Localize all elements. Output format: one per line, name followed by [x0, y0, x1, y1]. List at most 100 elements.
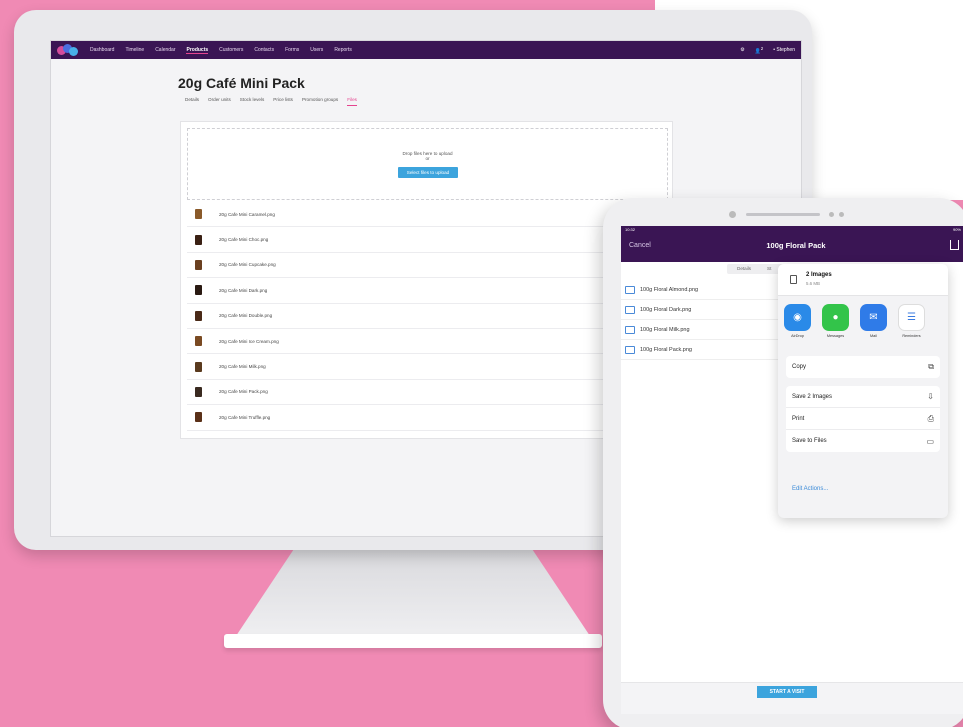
nav-right: ⚙ 👤2 • Stephen — [740, 46, 795, 55]
share-action[interactable]: Print ⎙ — [786, 408, 940, 430]
ipad-file-row[interactable]: 100g Floral Almond.png — [621, 280, 781, 300]
share-header: 2 Images 5.6 MB — [778, 264, 948, 296]
file-name: 20g Cafe Mini Dark.png — [219, 287, 268, 293]
start-visit-button[interactable]: START A VISIT — [757, 686, 817, 698]
file-row[interactable]: 20g Cafe Mini Choc.png — [187, 227, 668, 253]
share-action[interactable]: Copy ⧉ — [786, 356, 940, 378]
print-icon: ⎙ — [927, 413, 934, 423]
share-action-label: Print — [792, 415, 805, 422]
share-app[interactable]: ☰ Reminders — [898, 304, 925, 338]
file-row[interactable]: 20g Cafe Mini Caramel.png — [187, 202, 668, 228]
camera-dot — [729, 211, 736, 218]
share-app[interactable]: ✉ Mail — [860, 304, 887, 338]
file-thumbnail-icon — [191, 384, 206, 399]
ipad-title: 100g Floral Pack — [766, 241, 826, 250]
monitor-base — [224, 634, 602, 648]
status-battery: 90% — [952, 227, 961, 232]
tab-details[interactable]: Details — [185, 97, 199, 106]
users-badge: 2 — [760, 45, 764, 51]
share-app[interactable]: ● Messages — [822, 304, 849, 338]
file-thumbnail-icon — [191, 257, 206, 272]
nav-timeline[interactable]: Timeline — [125, 47, 144, 53]
segment-second[interactable]: St — [767, 266, 771, 271]
ipad-file-row[interactable]: 100g Floral Pack.png — [621, 340, 781, 360]
folder-icon — [625, 285, 635, 294]
edit-actions-link[interactable]: Edit Actions... — [792, 486, 828, 492]
file-row[interactable]: 20g Cafe Mini Ice Cream.png — [187, 329, 668, 355]
file-row[interactable]: 20g Cafe Mini Pack.png — [187, 380, 668, 406]
share-action-label: Save to Files — [792, 438, 827, 444]
scene: Dashboard Timeline Calendar Products Cus… — [0, 0, 963, 727]
file-row[interactable]: 20g Cafe Mini Milk.png — [187, 354, 668, 380]
nav-customers[interactable]: Customers — [219, 47, 243, 53]
tab-order-units[interactable]: Order units — [208, 97, 231, 106]
ipad-file-row[interactable]: 100g Floral Milk.png — [621, 320, 781, 340]
share-size: 5.6 MB — [806, 281, 820, 286]
file-name: 20g Cafe Mini Milk.png — [219, 364, 266, 370]
nav-reports[interactable]: Reports — [334, 47, 352, 53]
tab-price-lists[interactable]: Price lists — [273, 97, 293, 106]
ipad: 10:32 90% Cancel 100g Floral Pack Detail… — [603, 198, 963, 727]
share-app-label: AirDrop — [791, 334, 804, 338]
file-name: 20g Cafe Mini Ice Cream.png — [219, 338, 279, 344]
upload-dropzone[interactable]: Drop files here to upload or Select file… — [187, 128, 668, 200]
folder-icon — [625, 345, 635, 354]
nav-products[interactable]: Products — [186, 47, 209, 54]
sensor-dot — [829, 212, 834, 217]
nav-users[interactable]: Users — [310, 47, 323, 53]
messages-icon: ● — [822, 304, 849, 331]
share-icon[interactable] — [950, 240, 959, 250]
share-app[interactable]: ◉ AirDrop — [784, 304, 811, 338]
ipad-file-row[interactable]: 100g Floral Dark.png — [621, 300, 781, 320]
file-row[interactable]: 20g Cafe Mini Cupcake.png — [187, 253, 668, 279]
file-name: 20g Cafe Mini Double.png — [219, 313, 273, 319]
page-title: 20g Café Mini Pack — [178, 75, 305, 91]
tab-stock-levels[interactable]: Stock levels — [240, 97, 265, 106]
file-name: 20g Cafe Mini Truffle.png — [219, 414, 271, 420]
file-thumbnail-icon — [191, 207, 206, 222]
share-actions-b: Save 2 Images ⇩ Print ⎙ Save to Files ▭ — [786, 386, 940, 452]
file-row[interactable]: 20g Cafe Mini Dark.png — [187, 278, 668, 304]
speaker-grille — [746, 213, 820, 216]
save-icon: ⇩ — [927, 392, 934, 401]
file-thumbnail-icon — [191, 334, 206, 349]
mail-icon: ✉ — [860, 304, 887, 331]
select-files-button[interactable]: Select files to upload — [398, 167, 458, 178]
file-name: 20g Cafe Mini Caramel.png — [219, 211, 275, 217]
file-row[interactable]: 20g Cafe Mini Double.png — [187, 304, 668, 329]
share-sheet: 2 Images 5.6 MB ◉ AirDrop ● Messages ✉ Mail ☰ R… — [778, 264, 948, 518]
folder-icon — [625, 305, 635, 314]
dropzone-text: Drop files here to upload or — [188, 151, 667, 161]
dropzone-or: or — [425, 156, 430, 161]
share-actions-a: Copy ⧉ — [786, 356, 940, 378]
file-name: 20g Cafe Mini Pack.png — [219, 389, 268, 395]
file-thumbnail-icon — [191, 359, 206, 374]
share-action[interactable]: Save 2 Images ⇩ — [786, 386, 940, 408]
folder-icon — [625, 325, 635, 334]
share-title: 2 Images — [806, 272, 832, 278]
users-icon[interactable]: 👤2 — [755, 46, 764, 55]
sensor-dot-2 — [839, 212, 844, 217]
nav-forms[interactable]: Forms — [285, 47, 299, 53]
reminders-icon: ☰ — [898, 304, 925, 331]
share-action[interactable]: Save to Files ▭ — [786, 430, 940, 452]
ipad-nav-bar: 10:32 90% Cancel 100g Floral Pack — [621, 226, 963, 262]
nav-dashboard[interactable]: Dashboard — [90, 47, 114, 53]
product-tabs: Details Order units Stock levels Price l… — [185, 97, 357, 106]
tab-promotion-groups[interactable]: Promotion groups — [302, 97, 338, 106]
ipad-file-name: 100g Floral Almond.png — [640, 286, 699, 293]
segment-details[interactable]: Details — [737, 266, 751, 271]
file-thumbnail-icon — [191, 232, 206, 247]
share-apps: ◉ AirDrop ● Messages ✉ Mail ☰ Reminders — [784, 304, 925, 338]
nav-calendar[interactable]: Calendar — [155, 47, 175, 53]
settings-gear-icon[interactable]: ⚙ — [740, 47, 744, 53]
file-name: 20g Cafe Mini Cupcake.png — [219, 262, 276, 268]
folder-icon: ▭ — [926, 436, 934, 446]
file-row[interactable]: 20g Cafe Mini Truffle.png — [187, 405, 668, 431]
tab-files[interactable]: Files — [347, 97, 357, 106]
status-time: 10:32 — [625, 227, 636, 232]
user-menu[interactable]: • Stephen — [773, 47, 795, 53]
nav-contacts[interactable]: Contacts — [254, 47, 274, 53]
share-app-label: Reminders — [902, 334, 921, 338]
brand-logo-icon[interactable] — [57, 44, 79, 56]
